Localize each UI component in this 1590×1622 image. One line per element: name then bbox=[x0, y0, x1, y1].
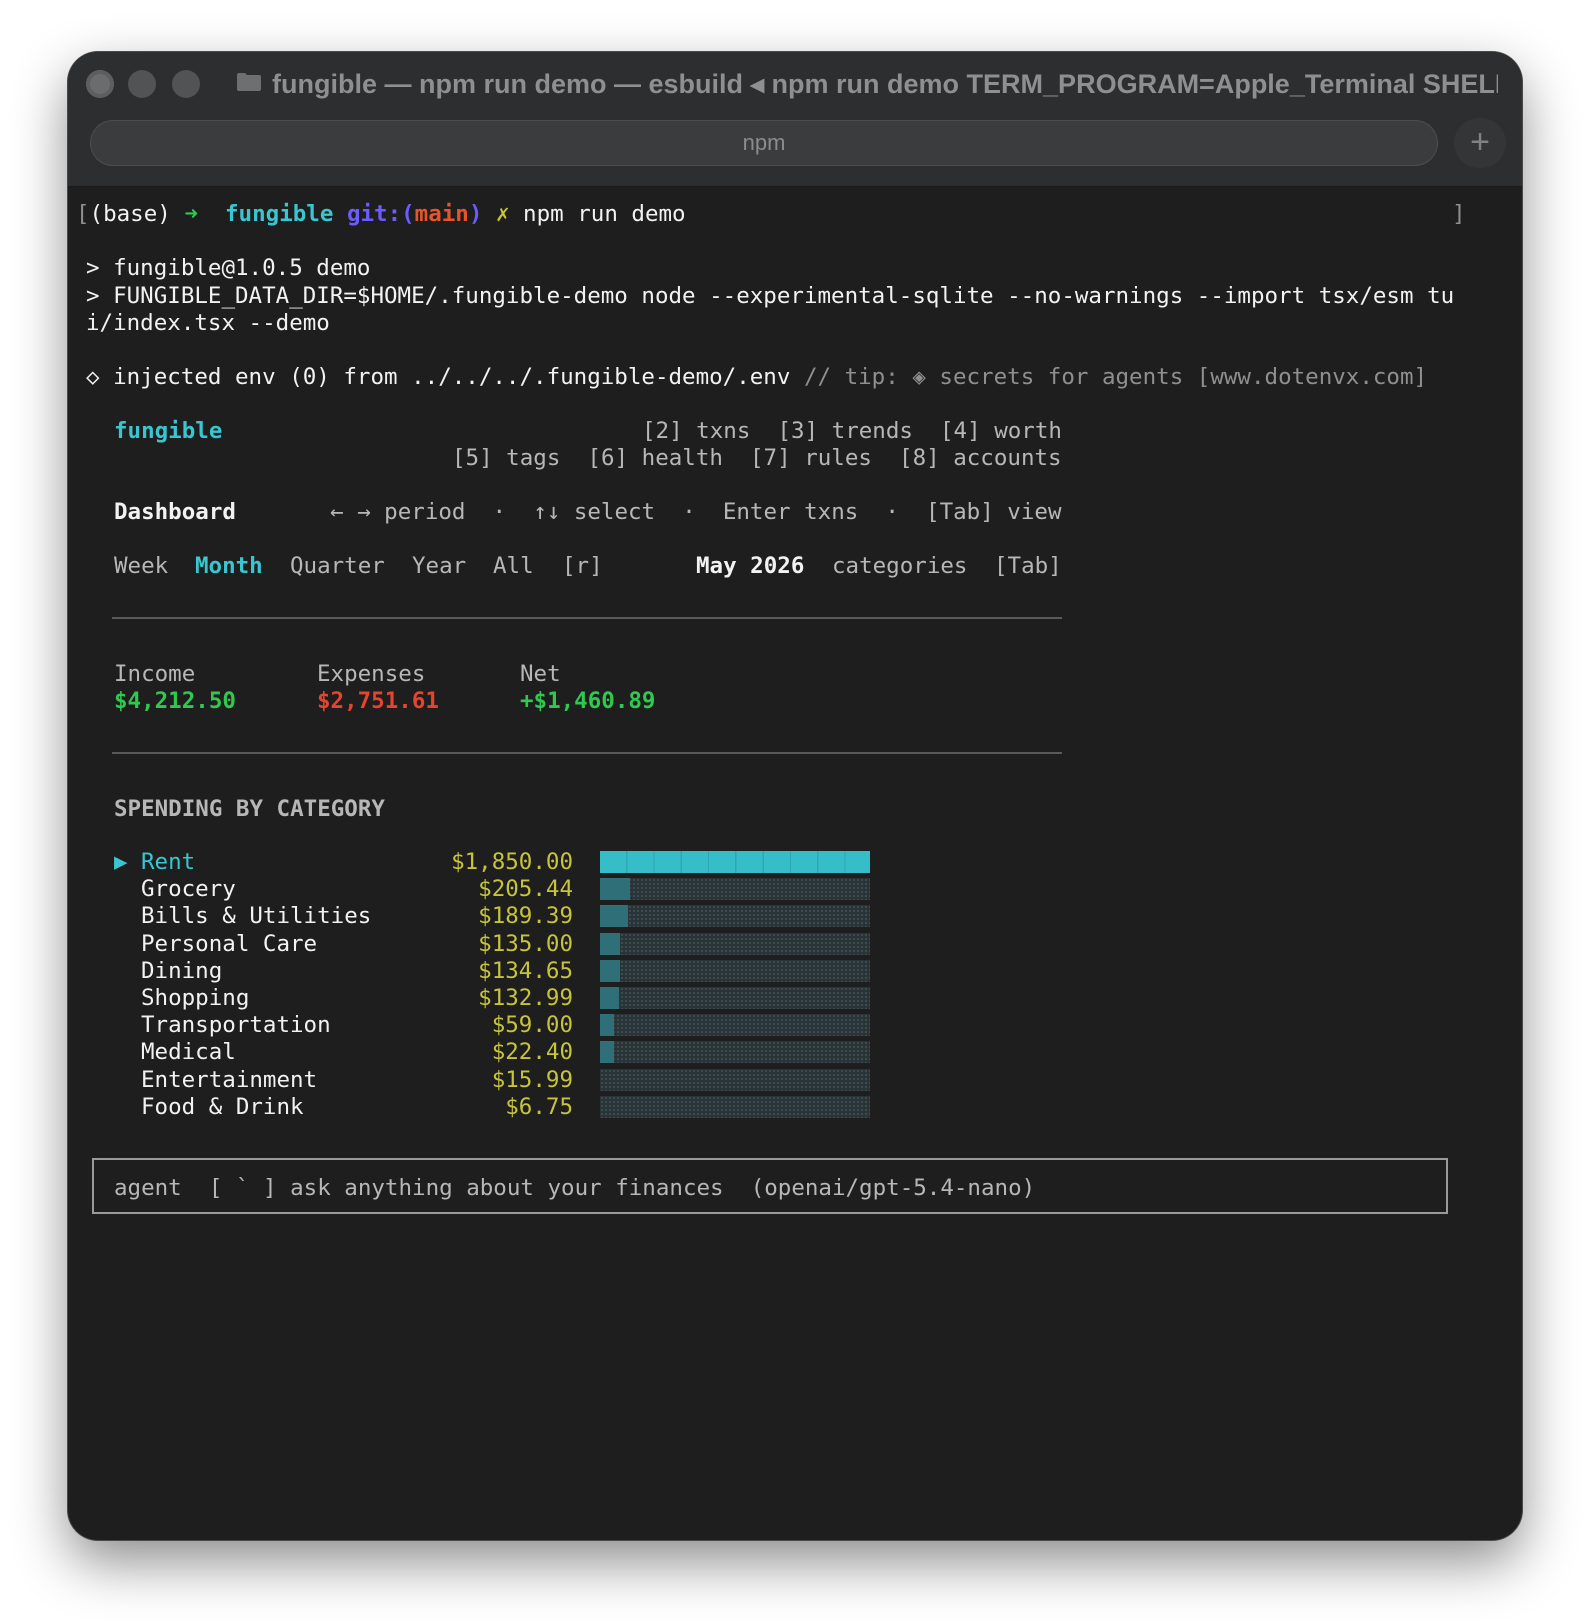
output-line-3: i/index.tsx --demo bbox=[86, 310, 330, 336]
category-bar bbox=[600, 1041, 614, 1064]
git-label-close: ) bbox=[468, 201, 483, 227]
expenses-label: Expenses bbox=[317, 661, 426, 687]
category-name[interactable]: Entertainment bbox=[141, 1066, 317, 1094]
period-all[interactable]: All bbox=[493, 552, 534, 580]
new-tab-button[interactable]: + bbox=[1454, 118, 1506, 168]
category-name[interactable]: Personal Care bbox=[141, 930, 317, 958]
dotenv-line: ◇ injected env (0) from ../../../.fungib… bbox=[86, 363, 1427, 391]
category-name[interactable]: Bills & Utilities bbox=[141, 902, 371, 930]
category-name[interactable]: Medical bbox=[141, 1038, 236, 1066]
period-quarter[interactable]: Quarter bbox=[290, 552, 385, 580]
net-value: +$1,460.89 bbox=[520, 688, 656, 714]
nav-row-2[interactable]: [5] tags [6] health [7] rules [8] accoun… bbox=[452, 444, 1062, 472]
current-period: May 2026 bbox=[696, 553, 805, 579]
category-name[interactable]: Food & Drink bbox=[141, 1093, 304, 1121]
category-amount: $135.00 bbox=[478, 930, 573, 957]
category-amount: $189.39 bbox=[478, 903, 573, 930]
category-amount: $134.65 bbox=[478, 957, 573, 984]
category-amount: $59.00 bbox=[491, 1012, 573, 1039]
zoom-button[interactable] bbox=[172, 70, 200, 98]
expenses-value: $2,751.61 bbox=[317, 688, 439, 714]
terminal-content: [(base) ➜ fungible git:(main) ✗ npm run … bbox=[68, 186, 1522, 1540]
category-bar-track bbox=[600, 905, 870, 928]
git-label: git:( bbox=[346, 201, 415, 227]
folder-icon bbox=[237, 73, 261, 91]
current-dir: fungible bbox=[225, 201, 334, 227]
category-name[interactable]: Shopping bbox=[141, 984, 249, 1012]
category-amount: $22.40 bbox=[491, 1039, 573, 1066]
agent-placeholder: ask anything about your finances bbox=[290, 1175, 724, 1201]
category-amount: $6.75 bbox=[505, 1093, 573, 1120]
close-button[interactable] bbox=[86, 70, 114, 98]
terminal-window: fungible — npm run demo — esbuild ◂ npm … bbox=[68, 52, 1522, 1540]
category-name[interactable]: Transportation bbox=[141, 1011, 331, 1039]
git-branch: main bbox=[414, 201, 469, 227]
command-text: npm run demo bbox=[523, 201, 686, 227]
period-month[interactable]: Month bbox=[195, 552, 263, 580]
minimize-button[interactable] bbox=[128, 70, 156, 98]
category-amount: $15.99 bbox=[491, 1066, 573, 1093]
tab-npm[interactable]: npm bbox=[90, 120, 1438, 166]
category-bar bbox=[600, 932, 620, 955]
category-name[interactable]: Rent bbox=[141, 848, 195, 876]
prompt-bracket: [ bbox=[76, 201, 90, 227]
window-title: fungible — npm run demo — esbuild ◂ npm … bbox=[272, 69, 1498, 99]
period-year[interactable]: Year bbox=[412, 552, 466, 580]
income-value: $4,212.50 bbox=[114, 688, 236, 714]
arrow-icon: ➜ bbox=[184, 201, 198, 227]
selected-marker-icon: ▶ bbox=[114, 849, 128, 875]
dotenv-message: ◇ injected env (0) from ../../../.fungib… bbox=[86, 364, 791, 390]
title-bar: fungible — npm run demo — esbuild ◂ npm … bbox=[68, 52, 1522, 187]
agent-model: (openai/gpt-5.4-nano) bbox=[750, 1175, 1036, 1201]
dotenv-tip: // tip: ◈ secrets for agents [www.dotenv… bbox=[790, 364, 1428, 390]
refresh-key[interactable]: [r] bbox=[562, 552, 603, 580]
app-name: fungible bbox=[114, 418, 223, 444]
category-bar-track bbox=[600, 851, 870, 873]
category-bar bbox=[600, 851, 870, 873]
category-name[interactable]: Dining bbox=[141, 957, 222, 985]
divider-bottom bbox=[112, 752, 1062, 754]
category-amount: $1,850.00 bbox=[451, 849, 573, 875]
category-bar-track bbox=[600, 1041, 870, 1064]
spending-heading: SPENDING BY CATEGORY bbox=[114, 796, 385, 822]
net-label: Net bbox=[520, 661, 561, 687]
dirty-mark-icon: ✗ bbox=[495, 201, 510, 227]
category-bar-track bbox=[600, 987, 870, 1009]
category-name[interactable]: Grocery bbox=[141, 875, 236, 903]
categories-toggle[interactable]: categories bbox=[832, 552, 967, 580]
period-week[interactable]: Week bbox=[114, 552, 168, 580]
category-bar bbox=[600, 1014, 614, 1037]
category-bar bbox=[600, 878, 630, 901]
category-bar bbox=[600, 959, 620, 982]
agent-prompt[interactable]: agent [ ` ] ask anything about your fina… bbox=[114, 1174, 1035, 1202]
output-line-2: > FUNGIBLE_DATA_DIR=$HOME/.fungible-demo… bbox=[86, 283, 1455, 309]
category-bar-track bbox=[600, 932, 870, 955]
shell-prompt: [(base) ➜ fungible git:(main) ✗ npm run … bbox=[76, 200, 686, 228]
category-amount: $132.99 bbox=[478, 985, 573, 1011]
category-bar-track bbox=[600, 1014, 870, 1037]
category-bar bbox=[600, 987, 620, 1009]
conda-env: (base) bbox=[89, 201, 171, 227]
nav-row-1[interactable]: [2] txns [3] trends [4] worth bbox=[642, 417, 1062, 445]
agent-key: [ ` ] bbox=[208, 1175, 277, 1201]
income-label: Income bbox=[114, 661, 196, 687]
divider-top bbox=[112, 617, 1062, 619]
category-bar-track bbox=[600, 1068, 870, 1091]
view-title: Dashboard bbox=[114, 499, 236, 525]
category-bar bbox=[600, 905, 628, 928]
output-line-1: > fungible@1.0.5 demo bbox=[86, 255, 371, 281]
category-amount: $205.44 bbox=[478, 876, 573, 903]
category-bar-track bbox=[600, 1095, 870, 1118]
category-bar-track bbox=[600, 878, 870, 901]
category-bar-track bbox=[600, 959, 870, 982]
agent-label: agent bbox=[114, 1175, 182, 1201]
key-hints: ← → period · ↑↓ select · Enter txns · [T… bbox=[330, 499, 1062, 525]
prompt-bracket-close: ] bbox=[1452, 201, 1466, 227]
plus-icon: + bbox=[1470, 123, 1490, 161]
categories-key[interactable]: [Tab] bbox=[994, 552, 1062, 580]
